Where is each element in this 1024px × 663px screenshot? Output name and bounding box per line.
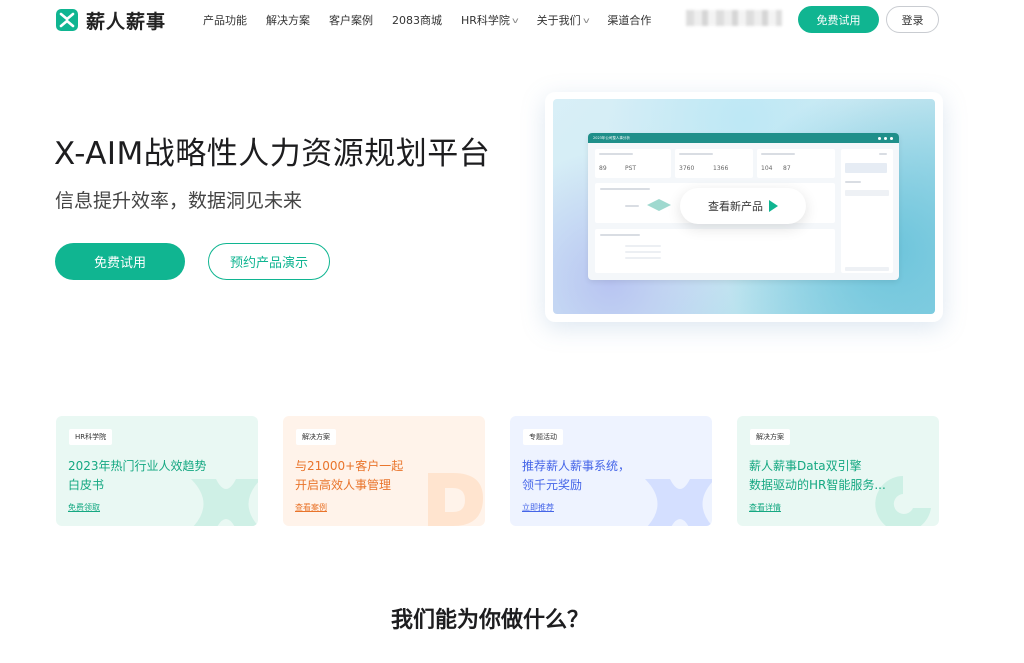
section-title: 我们能为你做什么？ bbox=[390, 608, 589, 633]
preview-window-title: 2023年公司整人事分析 bbox=[593, 135, 630, 140]
preview-table-card bbox=[595, 229, 835, 273]
nav-item-solutions[interactable]: 解决方案 bbox=[266, 12, 310, 28]
promo-link[interactable]: 免费领取 bbox=[68, 502, 100, 513]
preview-stat-card: 3760 1366 bbox=[675, 149, 753, 178]
brand-logo-icon bbox=[56, 9, 78, 31]
promo-title: 与21000+客户一起 开启高效人事管理 bbox=[295, 459, 404, 492]
preview-side-panel bbox=[841, 149, 893, 273]
hero-free-trial-button[interactable]: 免费试用 bbox=[55, 243, 185, 280]
blurred-phone-number bbox=[686, 10, 782, 26]
nav-item-hr-academy[interactable]: HR科学院 v bbox=[461, 12, 519, 28]
chevron-down-icon: v bbox=[582, 15, 590, 25]
nav-item-cases[interactable]: 客户案例 bbox=[329, 12, 373, 28]
preview-number: 104 bbox=[761, 165, 773, 172]
promo-link[interactable]: 查看案例 bbox=[295, 502, 327, 513]
view-new-product-label: 查看新产品 bbox=[708, 200, 763, 213]
nav-label: 关于我们 bbox=[536, 14, 581, 27]
promo-tag: 解决方案 bbox=[750, 429, 790, 445]
promo-tag: 解决方案 bbox=[296, 429, 336, 445]
promo-card-cases[interactable]: 解决方案 与21000+客户一起 开启高效人事管理 查看案例 bbox=[283, 416, 485, 526]
login-button[interactable]: 登录 bbox=[886, 6, 939, 33]
preview-chart-icon bbox=[647, 199, 671, 211]
book-demo-button[interactable]: 预约产品演示 bbox=[208, 243, 330, 280]
promo-card-referral[interactable]: 专题活动 推荐薪人薪事系统， 领千元奖励 立即推荐 bbox=[510, 416, 712, 526]
preview-number: 1366 bbox=[713, 165, 729, 172]
preview-number: PST bbox=[625, 165, 637, 172]
nav-label: 客户案例 bbox=[329, 14, 373, 27]
promo-title: 薪人薪事Data双引擎 数据驱动的HR智能服务... bbox=[749, 459, 886, 492]
nav-label: 解决方案 bbox=[266, 14, 310, 27]
top-nav: 薪人薪事 产品功能 解决方案 客户案例 2083商城 HR科学院 v 关于我们 v … bbox=[0, 0, 1024, 40]
nav-item-mall[interactable]: 2083商城 bbox=[392, 12, 442, 28]
decorative-d-shape-icon bbox=[428, 473, 483, 526]
nav-label: 产品功能 bbox=[203, 14, 247, 27]
promo-card-data-engine[interactable]: 解决方案 薪人薪事Data双引擎 数据驱动的HR智能服务... 查看详情 bbox=[737, 416, 939, 526]
nav-label: 渠道合作 bbox=[607, 14, 652, 27]
hero-title: X-AIM战略性人力资源规划平台 bbox=[54, 136, 491, 172]
nav-item-products[interactable]: 产品功能 bbox=[203, 12, 247, 28]
preview-window-bar: 2023年公司整人事分析 bbox=[588, 133, 899, 143]
preview-number: 89 bbox=[599, 165, 607, 172]
promo-tag: HR科学院 bbox=[69, 429, 113, 445]
preview-stat-card: 104 87 bbox=[757, 149, 835, 178]
preview-stat-card: 89 PST bbox=[595, 149, 671, 178]
main-menu: 产品功能 解决方案 客户案例 2083商城 HR科学院 v 关于我们 v 渠道合作 bbox=[203, 12, 670, 28]
window-dots-icon bbox=[878, 136, 893, 140]
brand-name: 薪人薪事 bbox=[86, 10, 167, 33]
nav-item-about[interactable]: 关于我们 v bbox=[536, 12, 590, 28]
view-new-product-button[interactable]: 查看新产品 bbox=[680, 188, 806, 224]
brand-logo[interactable]: 薪人薪事 bbox=[55, 8, 167, 33]
promo-card-whitepaper[interactable]: HR科学院 2023年热门行业人效趋势 白皮书 免费领取 bbox=[56, 416, 258, 526]
preview-number: 87 bbox=[783, 165, 791, 172]
promo-link[interactable]: 立即推荐 bbox=[522, 502, 554, 513]
promo-title: 2023年热门行业人效趋势 白皮书 bbox=[68, 459, 207, 492]
nav-item-channel[interactable]: 渠道合作 bbox=[607, 12, 651, 28]
chevron-down-icon: v bbox=[511, 15, 519, 25]
promo-title: 推荐薪人薪事系统， 领千元奖励 bbox=[522, 459, 631, 492]
decorative-x-shape-icon bbox=[645, 479, 712, 526]
promo-link[interactable]: 查看详情 bbox=[749, 502, 781, 513]
promo-tag: 专题活动 bbox=[523, 429, 563, 445]
preview-number: 3760 bbox=[679, 165, 695, 172]
play-icon bbox=[769, 200, 778, 212]
hero-subtitle: 信息提升效率，数据洞见未来 bbox=[55, 190, 303, 212]
nav-label: HR科学院 bbox=[461, 14, 510, 27]
free-trial-button[interactable]: 免费试用 bbox=[798, 6, 879, 33]
product-preview[interactable]: 2023年公司整人事分析 89 PST 3760 1366 104 87 查看新… bbox=[553, 99, 935, 314]
nav-label: 2083商城 bbox=[392, 14, 442, 27]
